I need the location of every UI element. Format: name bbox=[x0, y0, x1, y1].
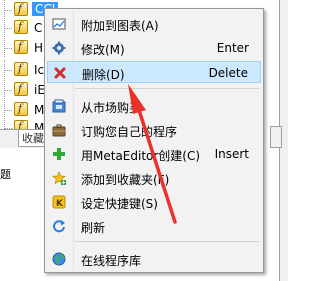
menu-item-online-library[interactable]: 在线程序库 bbox=[47, 248, 261, 270]
delete-x-icon bbox=[53, 66, 67, 80]
screen: CCI C H Ic iE M M bbox=[0, 0, 288, 281]
svg-text:K: K bbox=[56, 199, 64, 209]
menu-item-label: 从市场购买 bbox=[81, 101, 142, 115]
navigator-item-label: Ic bbox=[34, 63, 45, 77]
menu-item-add-to-favorites[interactable]: 添加到收藏夹(F) bbox=[47, 167, 261, 189]
plus-icon bbox=[52, 147, 66, 161]
scroll-strip bbox=[270, 126, 282, 148]
navigator-item-label: H bbox=[34, 41, 44, 55]
menu-item-buy-from-market[interactable]: 从市场购买 bbox=[47, 95, 261, 117]
status-text: 题 bbox=[0, 168, 11, 181]
menu-item-shortcut: Enter bbox=[216, 41, 249, 55]
menu-item-label: 修改(M) bbox=[81, 43, 125, 57]
star-add-icon bbox=[52, 171, 66, 185]
menu-item-modify[interactable]: 修改(M) Enter bbox=[47, 37, 261, 59]
menu-item-set-hotkey[interactable]: K 设定快捷键(S) bbox=[47, 191, 261, 213]
refresh-icon bbox=[52, 219, 66, 233]
indicator-icon bbox=[14, 40, 28, 54]
menu-item-refresh[interactable]: 刷新 bbox=[47, 215, 261, 237]
indicator-icon bbox=[14, 82, 28, 96]
menu-item-label: 在线程序库 bbox=[81, 254, 142, 268]
indicator-icon bbox=[14, 62, 28, 76]
context-menu: 附加到图表(A) 修改(M) Enter 删除(D) Delete 从市场购买 bbox=[44, 8, 264, 273]
briefcase-icon bbox=[52, 123, 66, 137]
menu-item-shortcut: Insert bbox=[214, 147, 249, 161]
hotkey-icon: K bbox=[52, 195, 66, 209]
menu-item-label: 删除(D) bbox=[82, 68, 125, 82]
menu-item-attach-to-chart[interactable]: 附加到图表(A) bbox=[47, 13, 261, 35]
navigator-item-label: C bbox=[34, 21, 43, 35]
menu-item-label: 刷新 bbox=[81, 221, 106, 235]
chart-attach-icon bbox=[52, 17, 66, 31]
menu-item-label: 订购您自己的程序 bbox=[81, 125, 178, 139]
gear-icon bbox=[52, 41, 66, 55]
indicator-icon bbox=[14, 2, 28, 16]
menu-item-order-program[interactable]: 订购您自己的程序 bbox=[47, 119, 261, 141]
navigator-item-label: M bbox=[34, 103, 45, 117]
menu-item-label: 添加到收藏夹(F) bbox=[81, 173, 170, 187]
indicator-icon bbox=[14, 102, 28, 116]
menu-separator bbox=[75, 88, 259, 89]
menu-item-label: 设定快捷键(S) bbox=[81, 197, 158, 211]
menu-item-shortcut: Delete bbox=[208, 66, 248, 80]
menu-separator bbox=[75, 241, 259, 242]
market-icon bbox=[52, 99, 66, 113]
menu-item-label: 用MetaEditor创建(C) bbox=[81, 149, 201, 163]
menu-item-create-metaeditor[interactable]: 用MetaEditor创建(C) Insert bbox=[47, 143, 261, 165]
menu-item-label: 附加到图表(A) bbox=[81, 19, 159, 33]
globe-icon bbox=[52, 252, 66, 266]
menu-item-delete[interactable]: 删除(D) Delete bbox=[47, 61, 261, 83]
indicator-icon bbox=[14, 20, 28, 34]
